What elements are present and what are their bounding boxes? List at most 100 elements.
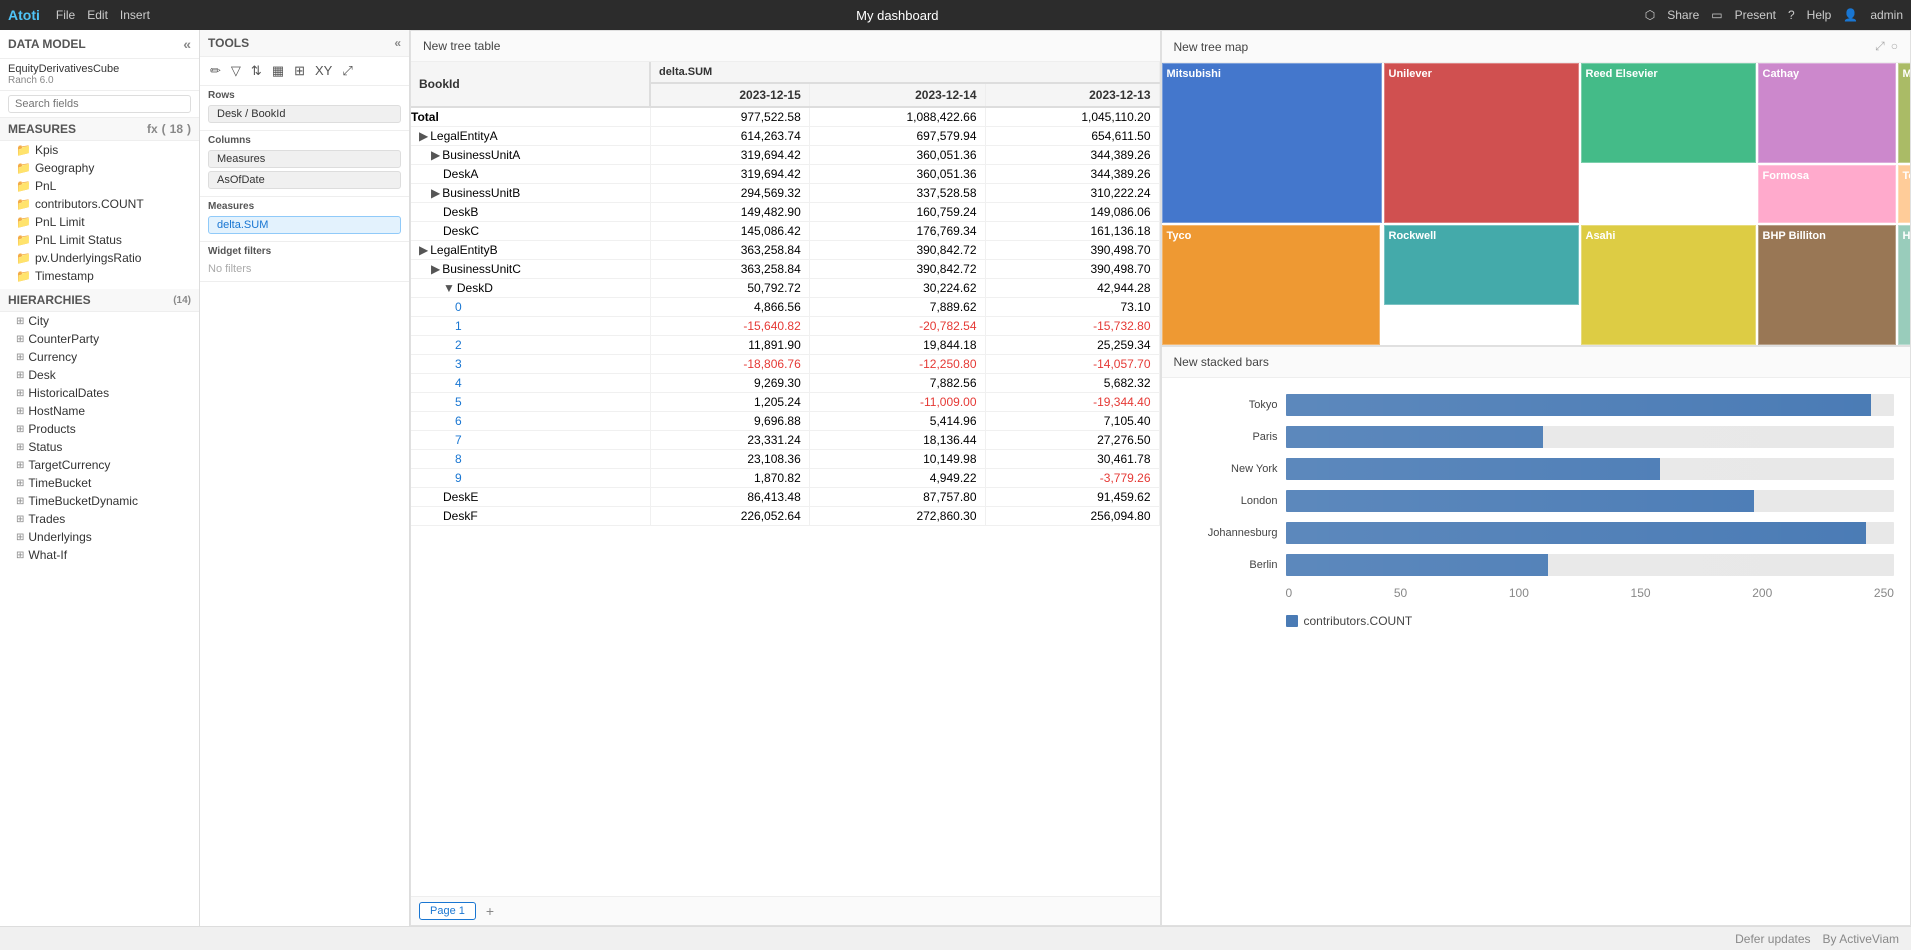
menu-file[interactable]: File [56,8,75,22]
treemap-cell[interactable]: Total [1898,165,1911,223]
defer-updates-button[interactable]: Defer updates [1735,932,1810,946]
sort-icon[interactable]: ⇅ [249,61,264,81]
table-cell-v1: 614,263.74 [650,127,809,146]
page-1-tab[interactable]: Page 1 [419,902,476,920]
table-row[interactable]: 5 1,205.24 -11,009.00 -19,344.40 [411,393,1159,412]
table-row[interactable]: 9 1,870.82 4,949.22 -3,779.26 [411,469,1159,488]
table-cell-v2: 19,844.18 [809,336,985,355]
table-row[interactable]: DeskC 145,086.42 176,769.34 161,136.18 [411,222,1159,241]
treemap-cell[interactable]: Formosa [1758,165,1896,223]
model-selector[interactable]: EquityDerivativesCube Ranch 6.0 [0,59,199,91]
measures-tools-section: Measures delta.SUM [200,197,409,242]
table-cell-v2: 272,860.30 [809,507,985,526]
table-row[interactable]: 0 4,866.56 7,889.62 73.10 [411,298,1159,317]
rows-value[interactable]: Desk / BookId [208,105,401,123]
table-row[interactable]: 1 -15,640.82 -20,782.54 -15,732.80 [411,317,1159,336]
sidebar-item-hierarchy[interactable]: ⊞TimeBucketDynamic [0,492,199,510]
table-row[interactable]: ▶BusinessUnitB 294,569.32 337,528.58 310… [411,184,1159,203]
treemap-cell[interactable]: Tyco [1162,225,1380,345]
treemap-cell[interactable]: BHP Billiton [1758,225,1896,345]
table-row[interactable]: 3 -18,806.76 -12,250.80 -14,057.70 [411,355,1159,374]
treemap-cell[interactable]: Asahi [1581,225,1756,345]
sidebar-item-measure[interactable]: 📁Timestamp [0,267,199,285]
sidebar-item-measure[interactable]: 📁Kpis [0,141,199,159]
hierarchy-icon: ⊞ [16,550,24,561]
user-button[interactable]: admin [1870,8,1903,22]
sidebar-item-hierarchy[interactable]: ⊞CounterParty [0,330,199,348]
sidebar: DATA MODEL « EquityDerivativesCube Ranch… [0,30,200,926]
filter-icon[interactable]: ▽ [229,61,243,81]
table-row[interactable]: ▶BusinessUnitA 319,694.42 360,051.36 344… [411,146,1159,165]
fullscreen-icon[interactable]: ⤢ [1875,39,1885,54]
tools-collapse-icon[interactable]: « [394,36,401,50]
tree-map-header: New tree map ⤢ ○ [1162,31,1911,63]
sidebar-item-hierarchy[interactable]: ⊞Products [0,420,199,438]
sidebar-item-hierarchy[interactable]: ⊞Currency [0,348,199,366]
treemap-cell[interactable]: Reed Elsevier [1581,63,1756,163]
search-input[interactable] [8,95,191,113]
columns-asofdate[interactable]: AsOfDate [208,171,401,189]
sidebar-item-hierarchy[interactable]: ⊞What-If [0,546,199,564]
tree-table-widget: New tree table BookId delta.SUM [410,30,1161,926]
menu-insert[interactable]: Insert [120,8,150,22]
table-row[interactable]: 6 9,696.88 5,414.96 7,105.40 [411,412,1159,431]
add-page-button[interactable]: + [480,901,500,921]
table-scroll[interactable]: BookId delta.SUM 2023-12-15 2023-12-14 2… [411,62,1160,896]
treemap-cell[interactable]: Unilever [1384,63,1579,223]
sidebar-item-hierarchy[interactable]: ⊞City [0,312,199,330]
sidebar-collapse-icon[interactable]: « [183,36,191,52]
measures-delta-sum[interactable]: delta.SUM [208,216,401,234]
share-button[interactable]: Share [1667,8,1699,22]
table-icon[interactable]: ⊞ [292,61,307,81]
sidebar-item-hierarchy[interactable]: ⊞Desk [0,366,199,384]
table-row[interactable]: DeskF 226,052.64 272,860.30 256,094.80 [411,507,1159,526]
folder-icon: 📁 [16,161,31,175]
sidebar-item-measure[interactable]: 📁pv.UnderlyingsRatio [0,249,199,267]
table-row[interactable]: Total 977,522.58 1,088,422.66 1,045,110.… [411,107,1159,127]
table-row[interactable]: DeskB 149,482.90 160,759.24 149,086.06 [411,203,1159,222]
table-cell-v2: 390,842.72 [809,241,985,260]
sidebar-item-measure[interactable]: 📁PnL Limit Status [0,231,199,249]
fx-icon[interactable]: fx [147,122,158,136]
treemap-cell[interactable]: Mitsubishi [1162,63,1382,223]
sidebar-item-measure[interactable]: 📁PnL [0,177,199,195]
table-cell-v2: 87,757.80 [809,488,985,507]
present-button[interactable]: Present [1735,8,1776,22]
table-cell-v3: 310,222.24 [985,184,1159,203]
columns-measures[interactable]: Measures [208,150,401,168]
table-cell-v1: 23,108.36 [650,450,809,469]
treemap-cell[interactable]: Rockwell [1384,225,1579,305]
tree-map-widget: New tree map ⤢ ○ MitsubishiUnileverReed … [1161,30,1911,346]
table-row[interactable]: ▶LegalEntityA 614,263.74 697,579.94 654,… [411,127,1159,146]
table-row[interactable]: 2 11,891.90 19,844.18 25,259.34 [411,336,1159,355]
table-row[interactable]: ▶BusinessUnitC 363,258.84 390,842.72 390… [411,260,1159,279]
sidebar-item-hierarchy[interactable]: ⊞Status [0,438,199,456]
sidebar-item-hierarchy[interactable]: ⊞HistoricalDates [0,384,199,402]
xy-icon[interactable]: XY [313,61,334,81]
treemap-cell[interactable]: HSBC [1898,225,1911,345]
table-row[interactable]: ▶LegalEntityB 363,258.84 390,842.72 390,… [411,241,1159,260]
edit-icon[interactable]: ✏ [208,61,223,81]
sidebar-item-hierarchy[interactable]: ⊞TargetCurrency [0,456,199,474]
table-row[interactable]: DeskA 319,694.42 360,051.36 344,389.26 [411,165,1159,184]
circle-icon[interactable]: ○ [1891,39,1898,54]
table-row[interactable]: 7 23,331.24 18,136.44 27,276.50 [411,431,1159,450]
table-row[interactable]: ▼DeskD 50,792.72 30,224.62 42,944.28 [411,279,1159,298]
treemap-cell[interactable]: Cathay [1758,63,1896,163]
table-row[interactable]: DeskE 86,413.48 87,757.80 91,459.62 [411,488,1159,507]
sidebar-item-hierarchy[interactable]: ⊞TimeBucket [0,474,199,492]
table-row[interactable]: 4 9,269.30 7,882.56 5,682.32 [411,374,1159,393]
sidebar-item-hierarchy[interactable]: ⊞Underlyings [0,528,199,546]
treemap-cell[interactable]: Mitsui [1898,63,1911,163]
sidebar-item-hierarchy[interactable]: ⊞Trades [0,510,199,528]
sidebar-item-hierarchy[interactable]: ⊞HostName [0,402,199,420]
sidebar-item-measure[interactable]: 📁Geography [0,159,199,177]
menu-edit[interactable]: Edit [87,8,108,22]
bar-chart-icon[interactable]: ▦ [270,61,286,81]
sidebar-item-measure[interactable]: 📁contributors.COUNT [0,195,199,213]
table-cell-v3: 73.10 [985,298,1159,317]
help-button[interactable]: Help [1807,8,1832,22]
table-row[interactable]: 8 23,108.36 10,149.98 30,461.78 [411,450,1159,469]
expand-icon[interactable]: ⤢ [340,61,354,81]
sidebar-item-measure[interactable]: 📁PnL Limit [0,213,199,231]
